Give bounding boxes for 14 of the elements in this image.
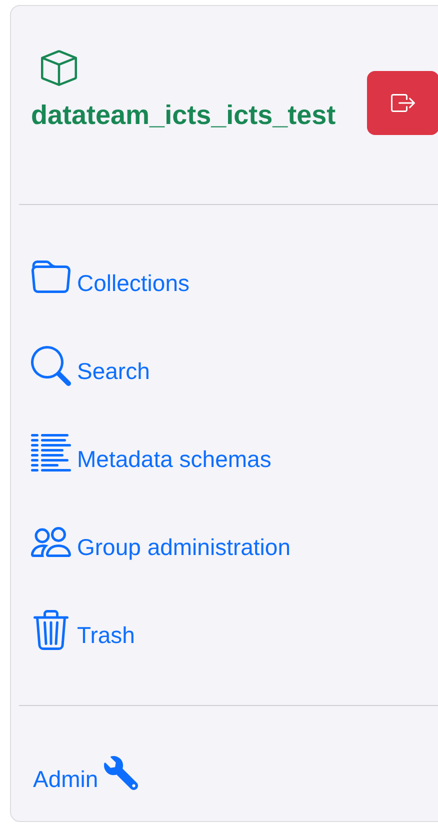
logout-icon [391,91,415,115]
nav-link[interactable]: Search [31,346,438,386]
trash-icon [31,610,71,650]
project-title: datateam_icts_icts_test [31,99,337,132]
list-icon [31,434,71,474]
wrench-icon [104,756,138,790]
nav-link[interactable]: Trash [31,610,438,650]
cube-icon [41,50,77,86]
search-icon [31,346,71,386]
nav-link[interactable]: Group administration [31,522,438,562]
admin-link[interactable]: Admin [33,756,138,794]
nav-link[interactable]: Collections [31,258,438,298]
nav-link[interactable]: Metadata schemas [31,434,438,474]
logout-button[interactable] [367,71,438,135]
